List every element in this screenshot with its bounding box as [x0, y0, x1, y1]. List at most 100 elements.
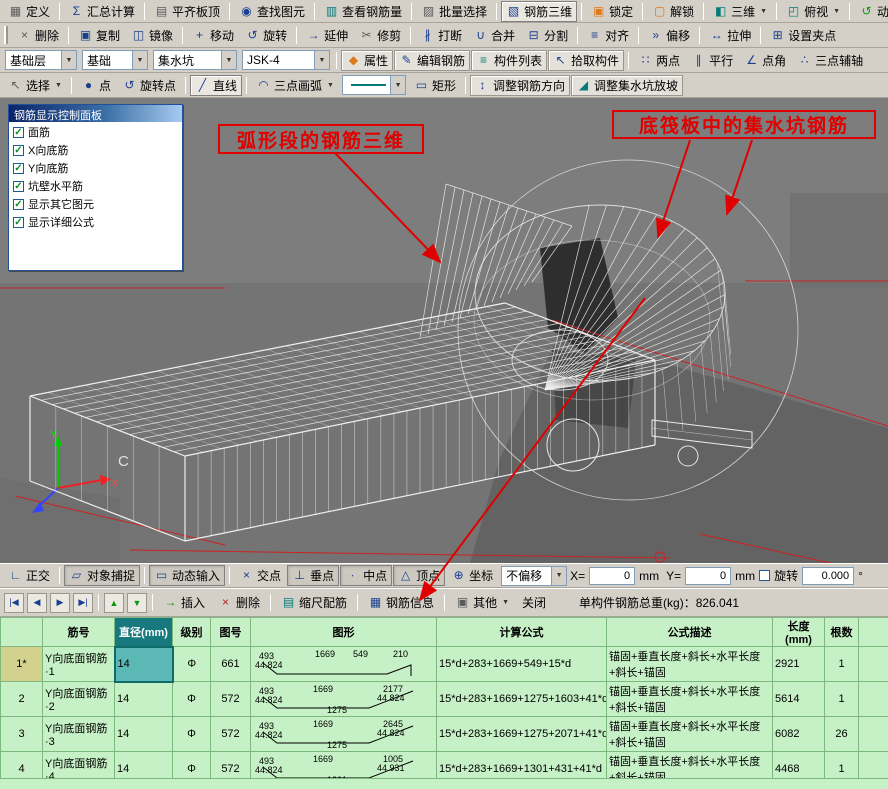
col-header[interactable]: 长度(mm) — [773, 618, 825, 647]
prev-record-button[interactable]: ◀ — [27, 593, 47, 613]
col-header[interactable]: 根数 — [825, 618, 859, 647]
btn-orbit[interactable]: ↺动态观察 — [854, 1, 888, 22]
btn-summary-calc[interactable]: Σ汇总计算 — [64, 1, 140, 22]
btn-rotate[interactable]: ↺旋转 — [240, 25, 292, 46]
cell-shape[interactable]: 49344.824 16691275 217744.824 — [251, 682, 437, 717]
first-record-button[interactable]: |◀ — [4, 593, 24, 613]
cell-shape[interactable]: 49344.824 1669549 210 — [251, 647, 437, 682]
btn-break[interactable]: ∦打断 — [415, 25, 467, 46]
col-header[interactable]: 级别 — [173, 618, 211, 647]
btn-rotate-point[interactable]: ↺旋转点 — [117, 75, 181, 96]
btn-unlock[interactable]: ▢解锁 — [647, 1, 699, 22]
cell-num[interactable]: 3 — [1, 717, 43, 752]
btn-rebar-3d[interactable]: ▧钢筋三维 — [501, 1, 577, 22]
col-header-selected[interactable]: 直径(mm) — [115, 618, 173, 647]
checkbox-icon[interactable]: ✓ — [13, 217, 24, 228]
cell-name[interactable]: Y向底面钢筋·1 — [43, 647, 115, 682]
btn-stretch[interactable]: ↔拉伸 — [704, 25, 756, 46]
cell-count[interactable]: 1 — [825, 647, 859, 682]
component-name-select[interactable]: JSK-4▼ — [242, 50, 330, 70]
btn-move[interactable]: +移动 — [187, 25, 239, 46]
checkbox-icon[interactable]: ✓ — [13, 199, 24, 210]
cell-formula[interactable]: 15*d+283+1669+1275+2071+41*d — [437, 717, 607, 752]
btn-snap-midpoint[interactable]: ∙中点 — [340, 565, 392, 586]
btn-snap-intersection[interactable]: ×交点 — [234, 565, 286, 586]
floor-select[interactable]: 基础层▼ — [5, 50, 77, 70]
col-header[interactable]: 公式描述 — [607, 618, 773, 647]
cell-extra[interactable] — [859, 717, 888, 752]
cell-dia[interactable]: 14 — [115, 717, 173, 752]
checkbox-x-bottom-rebar[interactable]: ✓X向底筋 — [9, 140, 182, 158]
cell-length[interactable]: 5614 — [773, 682, 825, 717]
btn-copy[interactable]: ▣复制 — [73, 25, 125, 46]
checkbox-y-bottom-rebar[interactable]: ✓Y向底筋 — [9, 158, 182, 176]
x-coord-input[interactable]: 0 — [589, 567, 635, 585]
checkbox-icon[interactable]: ✓ — [13, 181, 24, 192]
cell-name[interactable]: Y向底面钢筋·2 — [43, 682, 115, 717]
rotate-checkbox[interactable] — [759, 570, 770, 581]
btn-pick-component[interactable]: ↖拾取构件 — [548, 50, 624, 71]
toolbar-grip[interactable] — [4, 26, 8, 44]
table-row[interactable]: 3 Y向底面钢筋·3 14 Φ 572 49344.824 16691275 2… — [1, 717, 888, 752]
btn-other[interactable]: ▣其他▼ — [449, 591, 515, 614]
cell-figno[interactable]: 572 — [211, 682, 251, 717]
btn-find-element[interactable]: ◉查找图元 — [234, 1, 310, 22]
btn-define[interactable]: ▦定义 — [3, 1, 55, 22]
btn-insert-row[interactable]: →插入 — [157, 591, 211, 614]
btn-view-rebar-qty[interactable]: ▥查看钢筋量 — [319, 1, 407, 22]
move-row-down-button[interactable]: ▼ — [127, 593, 147, 613]
next-record-button[interactable]: ▶ — [50, 593, 70, 613]
col-header[interactable]: 计算公式 — [437, 618, 607, 647]
btn-scaled-rebar[interactable]: ▤缩尺配筋 — [275, 591, 353, 614]
col-header[interactable]: 图号 — [211, 618, 251, 647]
cell-dia[interactable]: 14 — [115, 647, 173, 682]
line-style-select[interactable]: ▼ — [342, 75, 406, 95]
cell-formula[interactable]: 15*d+283+1669+549+15*d — [437, 647, 607, 682]
cell-formula[interactable]: 15*d+283+1669+1275+1603+41*d — [437, 682, 607, 717]
cell-desc[interactable]: 锚固+垂直长度+斜长+水平长度+斜长+锚固 — [607, 647, 773, 682]
btn-snap-perpendicular[interactable]: ⊥垂点 — [287, 565, 339, 586]
btn-offset[interactable]: »偏移 — [643, 25, 695, 46]
btn-mirror[interactable]: ◫镜像 — [126, 25, 178, 46]
cell-name[interactable]: Y向底面钢筋·3 — [43, 717, 115, 752]
btn-3d-view[interactable]: ◧三维▼ — [708, 1, 772, 22]
element-type-select[interactable]: 基础▼ — [82, 50, 148, 70]
btn-edit-rebar[interactable]: ✎编辑钢筋 — [394, 50, 470, 71]
btn-two-point[interactable]: ∷两点 — [633, 50, 685, 71]
btn-snap-vertex[interactable]: △顶点 — [393, 565, 445, 586]
offset-mode-select[interactable]: 不偏移▼ — [501, 566, 567, 586]
btn-object-snap[interactable]: ▱对象捕捉 — [64, 565, 140, 586]
cell-grade[interactable]: Φ — [173, 682, 211, 717]
rotate-input[interactable]: 0.000 — [802, 567, 854, 585]
btn-align-slab-top[interactable]: ▤平齐板顶 — [149, 1, 225, 22]
move-row-up-button[interactable]: ▲ — [104, 593, 124, 613]
btn-merge[interactable]: ∪合并 — [468, 25, 520, 46]
checkbox-pit-wall-rebar[interactable]: ✓坑壁水平筋 — [9, 176, 182, 194]
cell-extra[interactable] — [859, 647, 888, 682]
cell-desc[interactable]: 锚固+垂直长度+斜长+水平长度+斜长+锚固 — [607, 717, 773, 752]
cell-num[interactable]: 1* — [1, 647, 43, 682]
col-header[interactable]: 筋号 — [43, 618, 115, 647]
cell-num[interactable]: 2 — [1, 682, 43, 717]
checkbox-icon[interactable]: ✓ — [13, 145, 24, 156]
table-row[interactable]: 2 Y向底面钢筋·2 14 Φ 572 49344.824 16691275 2… — [1, 682, 888, 717]
cell-count[interactable]: 26 — [825, 717, 859, 752]
cell-figno[interactable]: 572 — [211, 717, 251, 752]
cell-grade[interactable]: Φ — [173, 647, 211, 682]
checkbox-show-detail-formula[interactable]: ✓显示详细公式 — [9, 212, 182, 230]
cell-length[interactable]: 6082 — [773, 717, 825, 752]
checkbox-icon[interactable]: ✓ — [13, 127, 24, 138]
3d-viewport[interactable]: C Y x 钢筋显示控制面板 ✓面筋 ✓X向底筋 ✓Y向底筋 ✓坑壁水平筋 ✓显… — [0, 98, 888, 563]
btn-delete[interactable]: ×删除 — [12, 25, 64, 46]
cell-extra[interactable] — [859, 682, 888, 717]
btn-rebar-info[interactable]: ▦钢筋信息 — [362, 591, 440, 614]
btn-three-point-aux-axis[interactable]: ∴三点辅轴 — [792, 50, 868, 71]
btn-adjust-sump-slope[interactable]: ◢调整集水坑放坡 — [571, 75, 683, 96]
btn-lock[interactable]: ▣锁定 — [586, 1, 638, 22]
table-row[interactable]: 1* Y向底面钢筋·1 14 Φ 661 49344.824 1669549 2… — [1, 647, 888, 682]
btn-split[interactable]: ⊟分割 — [521, 25, 573, 46]
checkbox-icon[interactable]: ✓ — [13, 163, 24, 174]
checkbox-show-other-elements[interactable]: ✓显示其它图元 — [9, 194, 182, 212]
cell-length[interactable]: 2921 — [773, 647, 825, 682]
btn-point[interactable]: ●点 — [76, 75, 116, 96]
